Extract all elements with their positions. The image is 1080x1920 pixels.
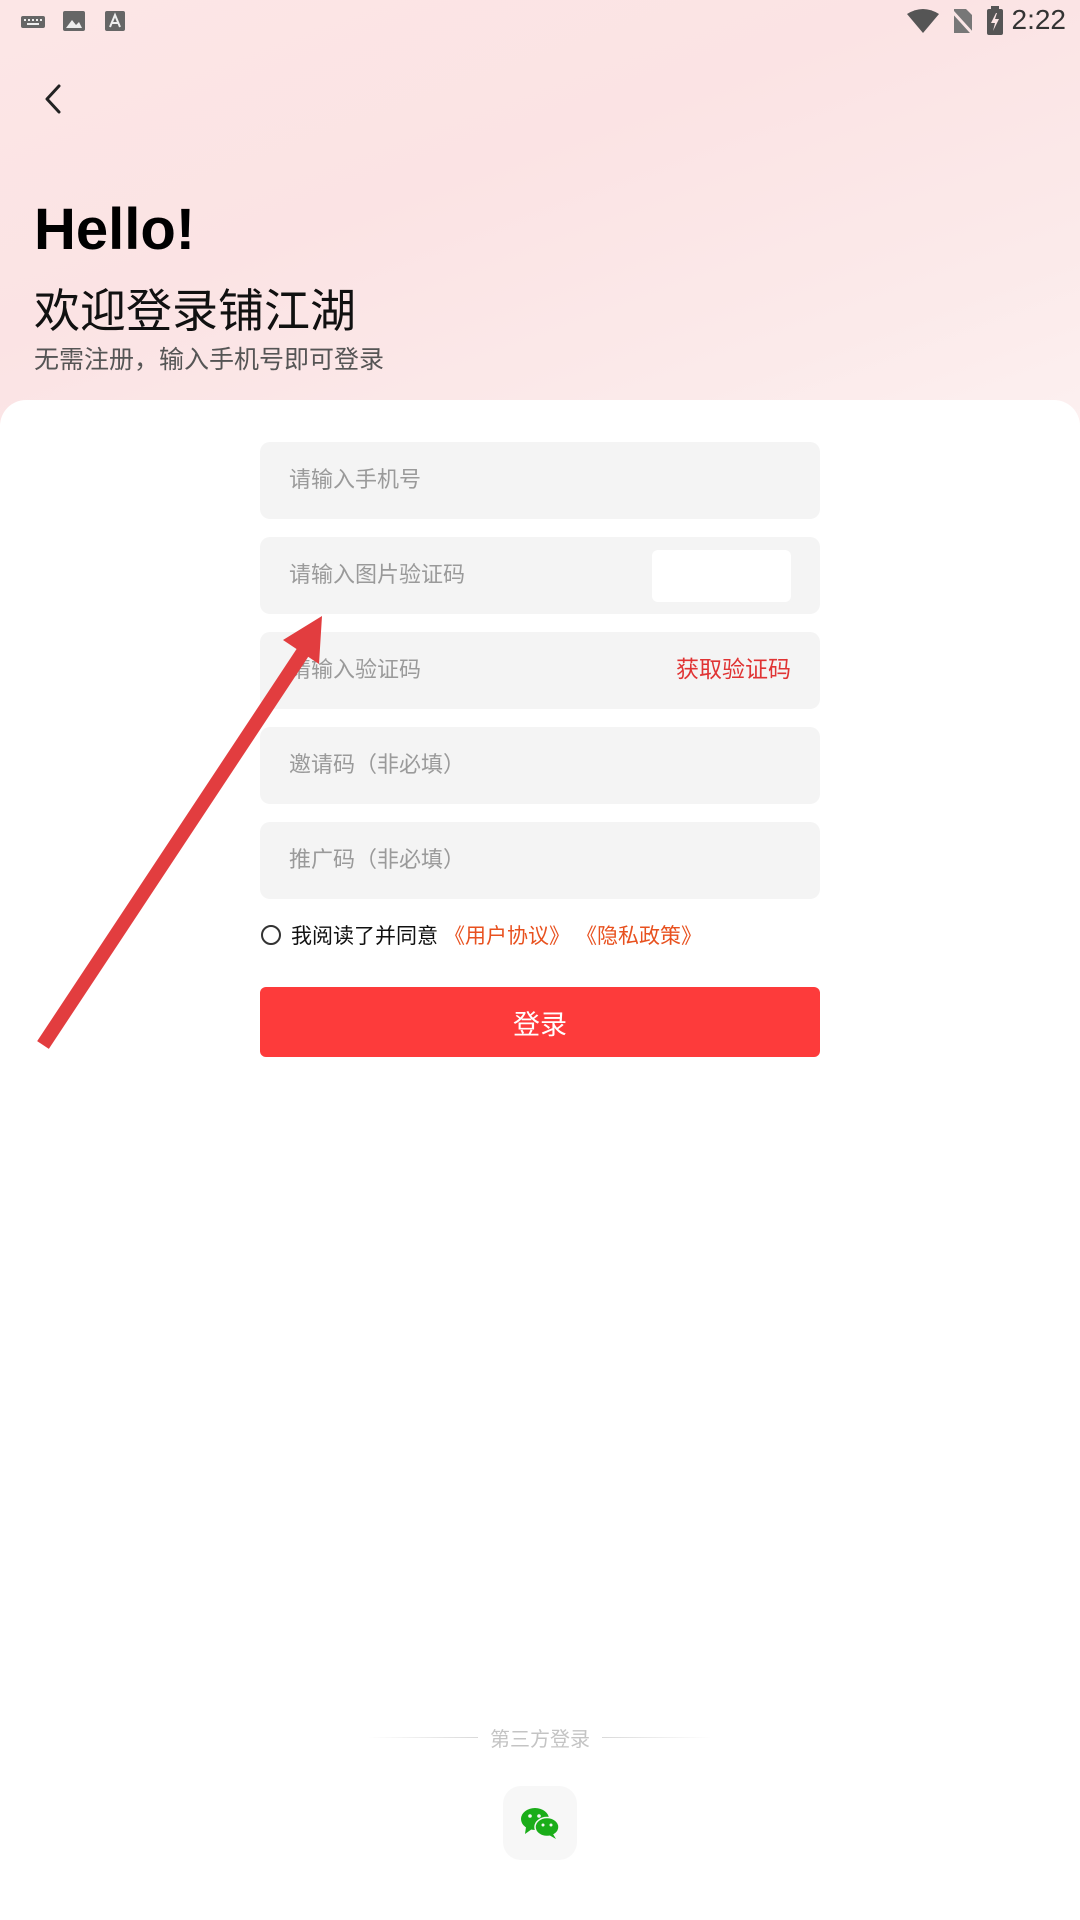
user-agreement-link[interactable]: 《用户协议》 [444, 920, 570, 950]
phone-field [260, 442, 820, 519]
back-button[interactable] [30, 76, 76, 122]
sms-code-field: 获取验证码 [260, 632, 820, 709]
divider-line-left [368, 1736, 478, 1738]
wifi-icon [907, 9, 939, 33]
sms-code-input[interactable] [289, 632, 619, 709]
login-button[interactable]: 登录 [260, 987, 820, 1057]
promo-code-input[interactable] [289, 822, 619, 899]
third-party-label: 第三方登录 [490, 1726, 590, 1751]
text-icon [105, 11, 125, 31]
wechat-icon [521, 1808, 560, 1839]
phone-input[interactable] [289, 442, 619, 519]
agreement-row: 我阅读了并同意 《用户协议》 《隐私政策》 [261, 920, 708, 950]
invite-code-field [260, 727, 820, 804]
status-time: 2:22 [1011, 4, 1067, 35]
login-card [0, 400, 1080, 1920]
get-code-button[interactable]: 获取验证码 [676, 632, 791, 709]
status-bar: 2:22 [0, 0, 1080, 44]
welcome-title: 欢迎登录铺江湖 [34, 284, 356, 338]
chevron-left-icon [45, 84, 61, 114]
privacy-policy-link[interactable]: 《隐私政策》 [576, 920, 702, 950]
promo-code-field [260, 822, 820, 899]
agree-radio[interactable] [261, 925, 281, 945]
third-party-login-divider: 第三方登录 [360, 1722, 720, 1752]
divider-line-right [602, 1736, 712, 1738]
wechat-login-button[interactable] [503, 1786, 577, 1860]
image-code-field [260, 537, 820, 614]
hello-heading: Hello! [34, 197, 196, 262]
keyboard-icon [21, 16, 45, 28]
battery-charging-icon [987, 6, 1003, 35]
image-code-input[interactable] [289, 537, 619, 614]
captcha-image[interactable] [652, 550, 791, 602]
no-sim-icon [950, 9, 974, 34]
agree-text: 我阅读了并同意 [291, 924, 438, 948]
invite-code-input[interactable] [289, 727, 619, 804]
image-icon [63, 11, 85, 31]
login-subtitle: 无需注册，输入手机号即可登录 [34, 345, 385, 374]
